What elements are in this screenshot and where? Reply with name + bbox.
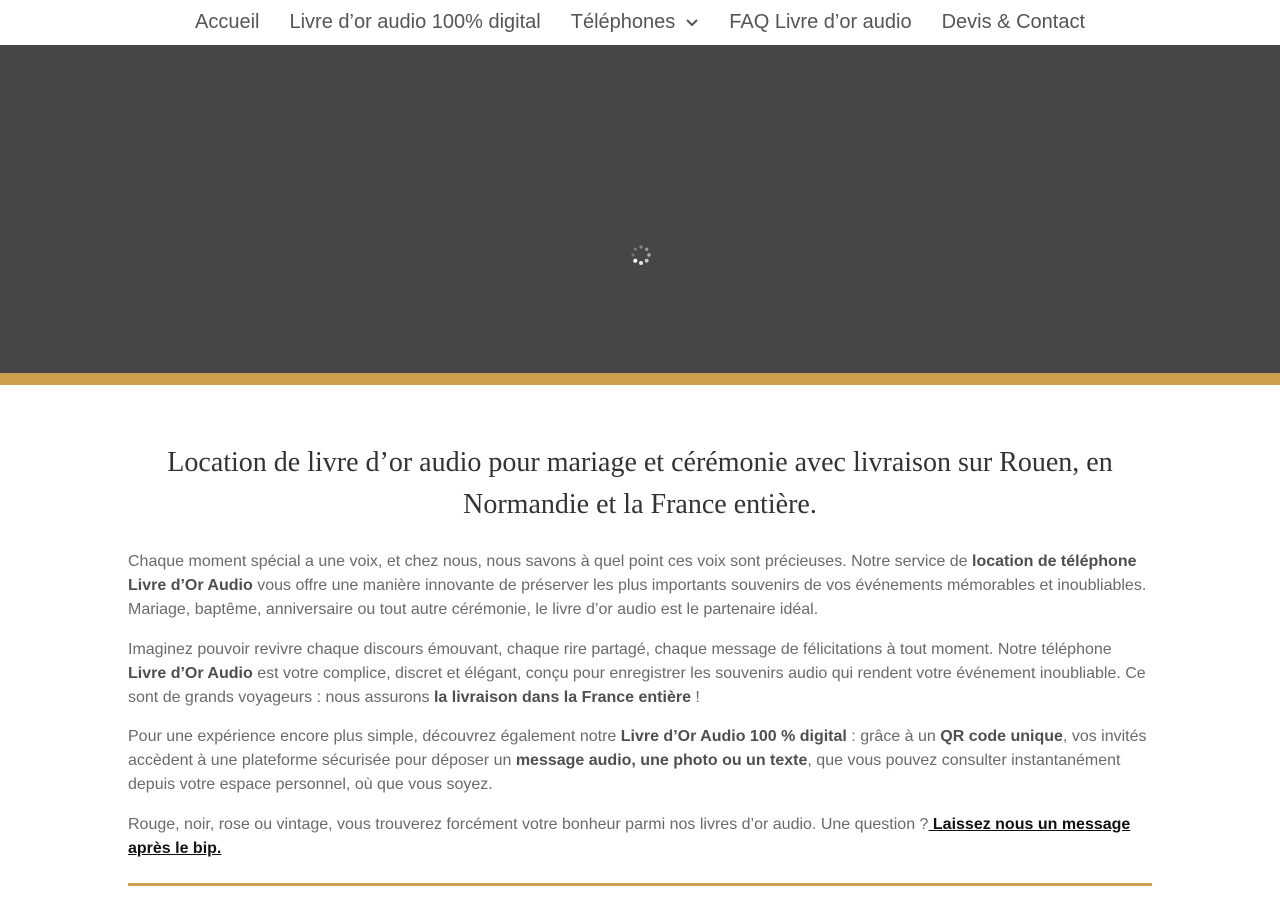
intro-paragraph: Chaque moment spécial a une voix, et che…	[128, 553, 1147, 618]
description-paragraph: Imaginez pouvoir revivre chaque discours…	[128, 640, 1146, 706]
nav-item-label: Téléphones	[570, 11, 676, 33]
section-divider	[128, 882, 1152, 886]
hero-bottom-border	[0, 373, 1280, 385]
loading-spinner-icon	[631, 245, 651, 265]
chevron-down-icon	[686, 19, 698, 26]
main-content: Location de livre d’or audio pour mariag…	[128, 385, 1152, 886]
nav-item-telephones[interactable]: Téléphones	[556, 11, 715, 34]
digital-paragraph: Pour une expérience encore plus simple, …	[128, 728, 1147, 793]
nav-item-label: Livre d’or audio 100% digital	[289, 11, 541, 33]
nav-item-livre-digital[interactable]: Livre d’or audio 100% digital	[274, 11, 555, 34]
nav-item-devis-contact[interactable]: Devis & Contact	[927, 11, 1100, 34]
contact-paragraph: Rouge, noir, rose ou vintage, vous trouv…	[128, 815, 1131, 857]
main-navigation: Accueil Livre d’or audio 100% digital Té…	[0, 0, 1280, 45]
nav-item-label: Devis & Contact	[941, 11, 1085, 33]
hero-slider	[0, 45, 1280, 373]
nav-item-label: FAQ Livre d’or audio	[729, 11, 912, 33]
page-title: Location de livre d’or audio pour mariag…	[167, 447, 1113, 520]
nav-item-faq[interactable]: FAQ Livre d’or audio	[714, 11, 926, 34]
nav-item-label: Accueil	[194, 11, 260, 33]
nav-item-accueil[interactable]: Accueil	[180, 11, 274, 34]
